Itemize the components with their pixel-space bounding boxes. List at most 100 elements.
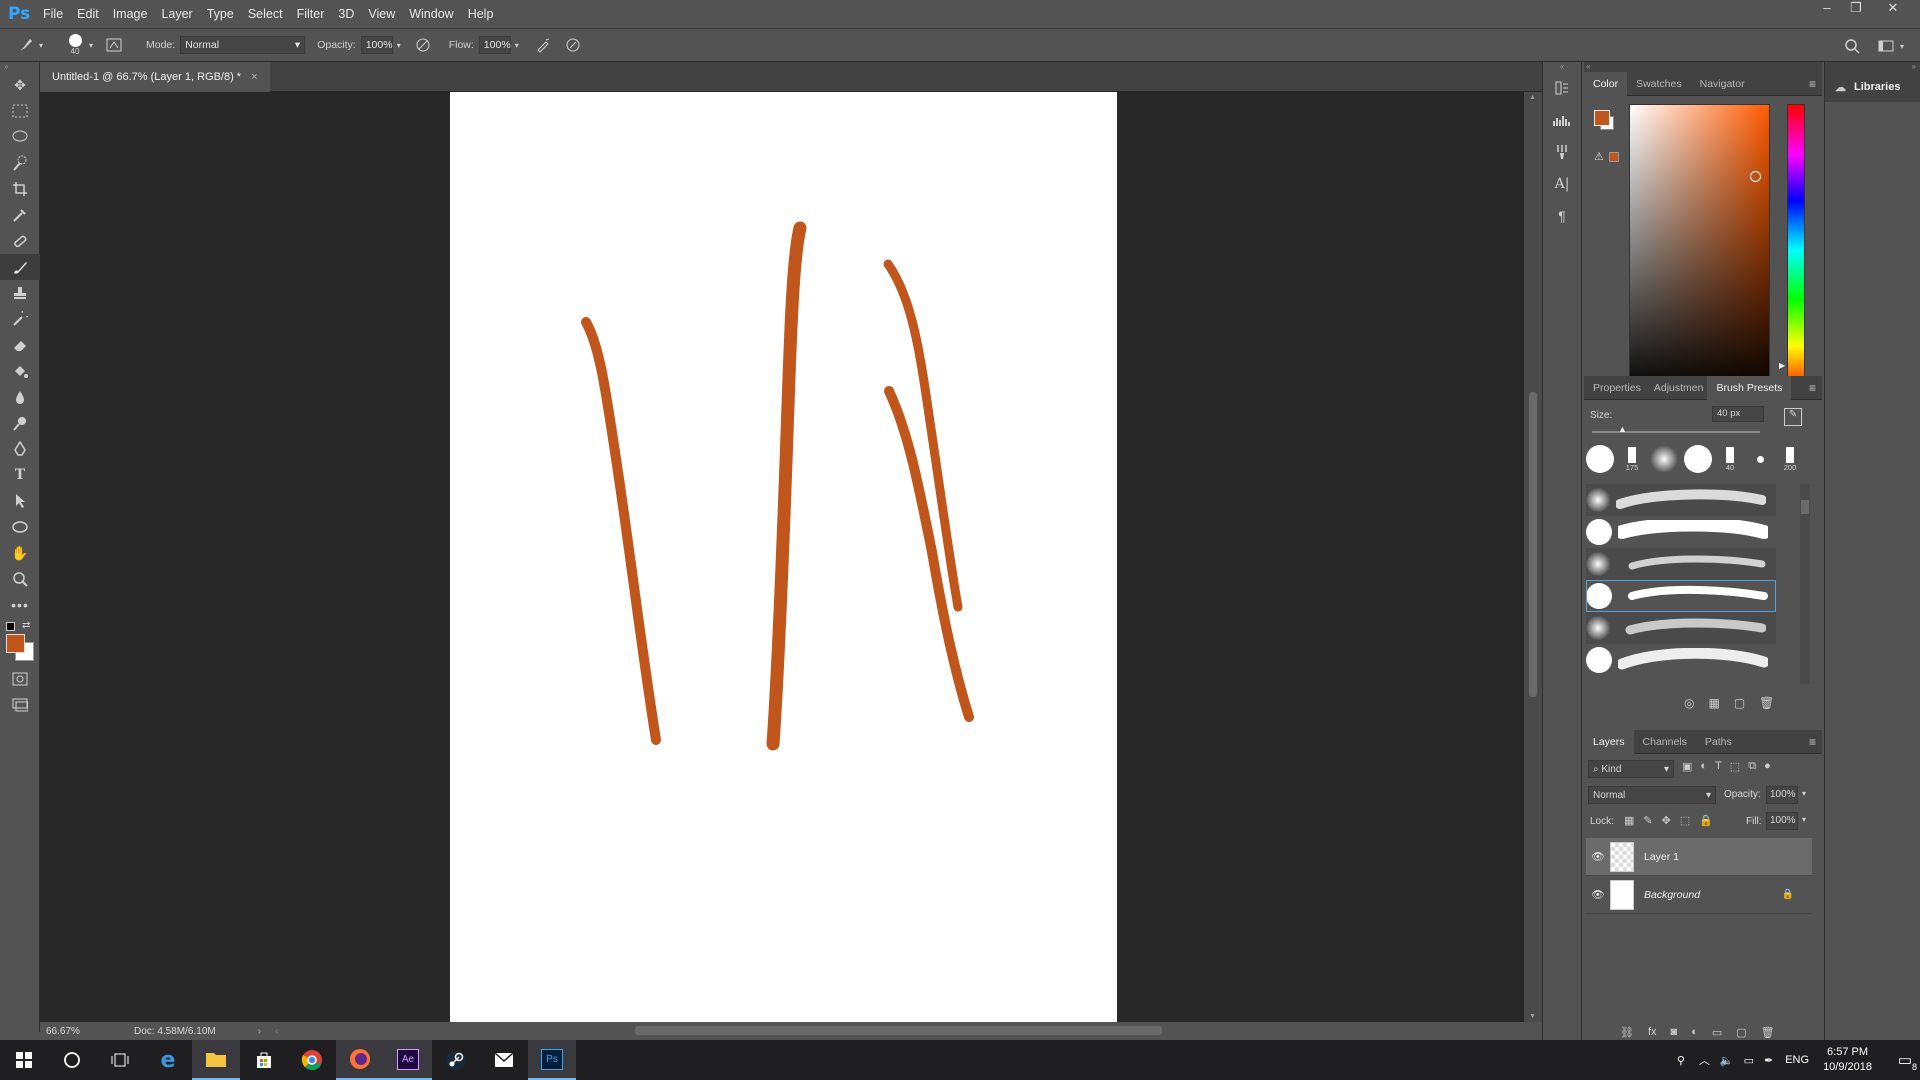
eye-icon[interactable]: 👁 (1586, 888, 1610, 901)
search-icon[interactable] (1842, 36, 1862, 56)
new-preset-icon[interactable]: ▢ (1734, 696, 1745, 710)
layer-opacity-field[interactable]: 100% (1766, 786, 1798, 804)
pen-icon[interactable]: ✒ (1764, 1054, 1773, 1067)
tab-color[interactable]: Color (1584, 71, 1628, 96)
lasso-tool-icon[interactable] (0, 124, 40, 150)
chevron-down-icon[interactable]: ▾ (393, 35, 405, 55)
toggle-brush-preview-icon[interactable]: ◎ (1684, 696, 1694, 710)
people-icon[interactable]: ⚲ (1677, 1054, 1685, 1067)
close-window-icon[interactable]: ✕ (1880, 0, 1906, 20)
brush-tool-preset-icon[interactable] (16, 35, 36, 55)
zoom-tool-icon[interactable] (0, 566, 40, 592)
menu-file[interactable]: File (36, 7, 70, 21)
layer-name[interactable]: Layer 1 (1644, 851, 1679, 863)
hue-slider[interactable] (1787, 104, 1805, 396)
pressure-opacity-icon[interactable] (413, 35, 433, 55)
search-icon[interactable] (48, 1040, 96, 1080)
document-tab[interactable]: Untitled-1 @ 66.7% (Layer 1, RGB/8) * × (40, 62, 270, 92)
flow-field[interactable]: 100% (478, 36, 511, 54)
minimize-icon[interactable]: – (1814, 0, 1840, 20)
layer-row[interactable]: 👁 Background 🔒 (1586, 876, 1812, 914)
delete-layer-icon[interactable]: 🗑 (1761, 1026, 1775, 1039)
lock-artboard-icon[interactable]: ⬚ (1680, 814, 1690, 827)
menu-select[interactable]: Select (241, 7, 290, 21)
brush-preset-hard-round[interactable] (1586, 445, 1614, 473)
filter-shape-icon[interactable]: ⬚ (1730, 760, 1740, 773)
collapse-arrows-icon[interactable]: « (1543, 62, 1581, 72)
chevron-down-icon[interactable]: ▾ (36, 35, 46, 55)
type-tool-icon[interactable]: T (0, 462, 40, 488)
new-brush-preset-icon[interactable]: ✎ (1784, 408, 1802, 426)
tab-properties[interactable]: Properties (1584, 376, 1650, 400)
saturation-brightness-field[interactable] (1629, 104, 1770, 396)
collapse-arrows-icon[interactable]: » (1825, 62, 1920, 72)
collapse-arrows-icon[interactable]: « (1584, 62, 1822, 72)
panel-menu-icon[interactable]: ≡ (1809, 381, 1816, 395)
mail-icon[interactable] (480, 1040, 528, 1080)
pressure-size-icon[interactable] (563, 35, 583, 55)
brush-preset-40[interactable]: 40 (1718, 446, 1742, 472)
history-brush-tool-icon[interactable] (0, 306, 40, 332)
network-icon[interactable]: ▭ (1744, 1054, 1754, 1067)
layer-row[interactable]: 👁 Layer 1 (1586, 838, 1812, 876)
chevron-down-icon[interactable]: ▾ (1802, 789, 1806, 798)
restore-icon[interactable]: ❐ (1843, 0, 1869, 20)
size-field[interactable]: 40 px (1712, 406, 1764, 422)
chevron-down-icon[interactable]: ▾ (86, 35, 96, 55)
brush-preset-hard-round-2[interactable] (1684, 445, 1712, 473)
menu-view[interactable]: View (361, 7, 402, 21)
hue-slider-handle-icon[interactable]: ▶ (1779, 361, 1785, 370)
mode-select[interactable]: Normal ▾ (180, 36, 306, 54)
brush-list-item[interactable] (1586, 516, 1776, 548)
quick-mask-icon[interactable] (0, 666, 40, 692)
photoshop-taskbar-icon[interactable]: Ps (528, 1040, 576, 1080)
brush-list-item[interactable] (1586, 548, 1776, 580)
brush-list-item[interactable] (1586, 484, 1776, 516)
menu-image[interactable]: Image (106, 7, 155, 21)
pen-tool-icon[interactable] (0, 436, 40, 462)
eye-icon[interactable]: 👁 (1586, 850, 1610, 863)
tab-paths[interactable]: Paths (1696, 730, 1741, 754)
menu-layer[interactable]: Layer (154, 7, 199, 21)
tab-channels[interactable]: Channels (1634, 730, 1696, 754)
tab-layers[interactable]: Layers (1584, 729, 1634, 754)
link-layers-icon[interactable]: ⛓ (1620, 1026, 1634, 1039)
marquee-tool-icon[interactable] (0, 98, 40, 124)
brush-preset-soft-round[interactable] (1650, 445, 1678, 473)
brush-list-scrollbar[interactable] (1800, 484, 1810, 684)
panel-menu-icon[interactable]: ≡ (1809, 77, 1816, 91)
airbrush-icon[interactable] (533, 35, 553, 55)
chevron-down-icon[interactable]: ▾ (1802, 815, 1806, 824)
collapse-arrows-icon[interactable]: » (0, 62, 39, 72)
eraser-tool-icon[interactable] (0, 332, 40, 358)
zoom-level[interactable]: 66.67% (46, 1026, 96, 1037)
adjustment-layer-icon[interactable]: ◐ (1691, 1026, 1698, 1039)
panel-menu-icon[interactable]: ≡ (1809, 735, 1816, 749)
filter-pixel-icon[interactable]: ▣ (1682, 760, 1692, 773)
menu-type[interactable]: Type (200, 7, 241, 21)
add-mask-icon[interactable]: ◙ (1671, 1026, 1678, 1039)
new-layer-icon[interactable]: ▢ (1736, 1026, 1746, 1039)
store-icon[interactable] (240, 1040, 288, 1080)
brush-tool-icon[interactable] (0, 254, 40, 280)
tab-brush-presets[interactable]: Brush Presets (1707, 375, 1792, 400)
size-slider-handle-icon[interactable]: ▲ (1618, 424, 1627, 434)
file-explorer-icon[interactable] (192, 1040, 240, 1080)
filter-toggle-icon[interactable]: ● (1764, 760, 1771, 773)
windows-start-icon[interactable] (0, 1040, 48, 1080)
close-tab-icon[interactable]: × (251, 71, 257, 83)
crop-tool-icon[interactable] (0, 176, 40, 202)
lock-position-icon[interactable]: ✥ (1662, 814, 1671, 827)
gamut-color-chip[interactable] (1609, 152, 1619, 162)
new-group-icon[interactable]: ▭ (1712, 1026, 1722, 1039)
hand-tool-icon[interactable]: ✋ (0, 540, 40, 566)
chrome-icon[interactable] (288, 1040, 336, 1080)
clock[interactable]: 6:57 PM 10/9/2018 (1823, 1045, 1872, 1075)
color-picker-cursor[interactable] (1750, 171, 1761, 182)
layer-filter-select[interactable]: ⌕ Kind ▾ (1588, 760, 1674, 778)
layer-fill-field[interactable]: 100% (1766, 812, 1798, 830)
language-indicator[interactable]: ENG (1785, 1054, 1809, 1066)
gamut-warning-icon[interactable]: ⚠ (1594, 150, 1604, 163)
firefox-icon[interactable] (336, 1040, 384, 1080)
scroll-up-icon[interactable]: ▲ (1529, 94, 1536, 101)
